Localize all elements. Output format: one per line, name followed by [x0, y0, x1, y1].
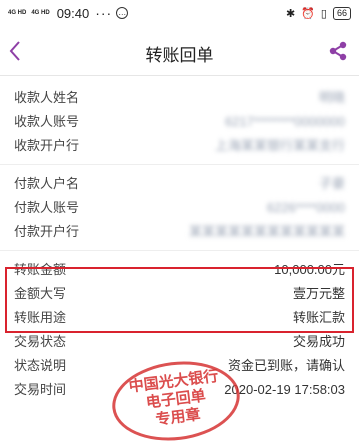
share-icon[interactable] — [327, 40, 349, 62]
section-divider — [0, 250, 359, 258]
section-divider — [0, 164, 359, 172]
amount-highlight-box — [5, 267, 354, 333]
battery-icon: 66 — [332, 6, 351, 20]
signal-icon-1: 4G HD — [8, 9, 27, 16]
list-item: 交易状态 交易成功 — [14, 334, 345, 349]
message-icon: … — [116, 7, 129, 19]
list-item: 交易时间 2020-02-19 17:58:03 — [14, 382, 345, 397]
receipt-details: 收款人姓名 明晓 收款人账号 6217********0000000 收款开户行 上海… — [0, 86, 359, 402]
stamp-line-3: 专用章 — [154, 406, 202, 429]
list-item: 状态说明 资金已到账，请确认 — [14, 358, 345, 373]
list-item: 付款开户行 某某某某某某某某某某某某 — [14, 224, 345, 239]
payer-section: 付款人户名 子豪 付款人账号 6226****0000 付款开户行 某某某某某某某某某… — [0, 172, 359, 244]
payee-section: 收款人姓名 明晓 收款人账号 6217********0000000 收款开户行 上海… — [0, 86, 359, 158]
list-item: 付款人账号 6226****0000 — [14, 200, 345, 215]
signal-icon-2: 4G HD — [31, 9, 50, 16]
list-item: 收款人姓名 明晓 — [14, 90, 345, 105]
status-time: 09:40 — [56, 5, 90, 21]
bluetooth-icon: ✱ — [286, 7, 296, 20]
status-bar: 4G HD 4G HD 09:40 ··· … ✱ ⏰ ▯ 66 — [0, 0, 359, 26]
list-item: 收款开户行 上海某某银行某某支行 — [14, 138, 345, 153]
status-right-icons: ✱ ⏰ ▯ 66 — [286, 6, 351, 20]
list-item: 收款人账号 6217********0000000 — [14, 114, 345, 129]
vibrate-icon: ▯ — [320, 7, 327, 20]
list-item: 付款人户名 子豪 — [14, 176, 345, 191]
nav-bar: 转账回单 — [0, 26, 359, 76]
page-title: 转账回单 — [145, 46, 214, 65]
alarm-icon: ⏰ — [301, 7, 315, 20]
more-dots-icon: ··· — [95, 5, 113, 21]
